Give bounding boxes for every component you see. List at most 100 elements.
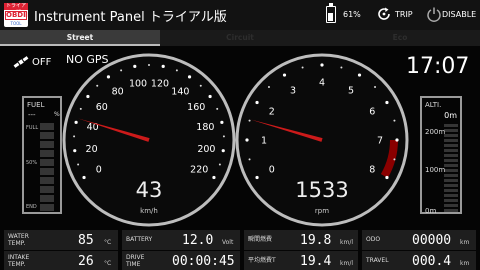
- odometer-label: ODO: [366, 236, 381, 243]
- water-temp-unit: °C: [104, 239, 112, 246]
- speed-unit: km/h: [140, 207, 158, 215]
- speedometer-tick-label: 40: [87, 122, 99, 133]
- fuel-segment: [40, 177, 54, 184]
- drive-time-label-1: DRIVE: [126, 254, 145, 261]
- battery-voltage-unit: Volt: [222, 239, 234, 246]
- fuel-scale-full: FULL: [26, 125, 39, 131]
- battery-voltage-value: 12.0: [182, 233, 214, 248]
- speedometer-major-tick: [133, 64, 137, 68]
- speedometer-tick-label: 60: [96, 102, 108, 113]
- average-fuel-label: 平均燃費T: [248, 257, 276, 264]
- tachometer-minor-tick: [301, 66, 304, 69]
- fuel-segment: [40, 195, 54, 202]
- battery-percent: 61%: [343, 10, 361, 19]
- intake-temp-unit: °C: [104, 260, 112, 267]
- tab-street[interactable]: Street: [0, 30, 160, 46]
- travel-unit: km: [460, 260, 470, 267]
- altimeter-tick-0: 0m: [425, 207, 437, 215]
- speedometer-tick-label: 160: [187, 102, 205, 113]
- tachometer-minor-tick: [374, 85, 377, 88]
- tachometer-major-tick: [385, 100, 389, 105]
- rpm-value: 1533: [295, 178, 349, 202]
- speedometer-tick-label: 80: [112, 87, 124, 98]
- trip-button[interactable]: TRIP: [395, 10, 413, 19]
- tab-circuit[interactable]: Circuit: [160, 30, 320, 46]
- speedometer-minor-tick: [222, 135, 225, 138]
- tachometer-major-tick: [357, 73, 362, 77]
- fuel-level-bar: [40, 123, 54, 211]
- tachometer-tick-label: 5: [348, 85, 354, 96]
- fuel-segment: [40, 141, 54, 148]
- travel-value: 000.4: [412, 254, 452, 269]
- app-title: Instrument Panel トライアル版: [34, 10, 227, 25]
- drive-time-label-2: TIME: [126, 261, 141, 268]
- water-temp-label-2: TEMP.: [8, 240, 26, 247]
- instant-fuel-panel: 瞬間燃費 19.8 km/l: [244, 230, 358, 250]
- speedometer-tick-label: 180: [196, 122, 214, 133]
- speedometer-tick-label: 0: [96, 165, 102, 176]
- app-logo-top-text: トライアル版: [4, 3, 28, 16]
- intake-temp-label-2: TEMP.: [8, 261, 26, 268]
- speedometer-minor-tick: [79, 107, 82, 110]
- app-logo-mid-text: OBDⅡ: [5, 11, 28, 20]
- tachometer-major-tick: [245, 138, 249, 142]
- water-temp-panel: WATER TEMP. 85 °C: [4, 230, 118, 250]
- tachometer-major-tick: [320, 63, 324, 67]
- speedometer-minor-tick: [199, 84, 202, 87]
- intake-temp-panel: INTAKE TEMP. 26 °C: [4, 251, 118, 270]
- speedometer-major-tick: [86, 94, 90, 99]
- speedometer-minor-tick: [216, 107, 219, 110]
- speedometer-tick-label: 220: [190, 165, 208, 176]
- gps-status: OFF: [32, 57, 52, 68]
- battery-voltage-label: BATTERY: [126, 236, 153, 243]
- intake-temp-value: 26: [78, 254, 94, 269]
- tachometer-minor-tick: [340, 66, 343, 69]
- tachometer-major-tick: [395, 138, 399, 142]
- tab-eco[interactable]: Eco: [320, 30, 480, 46]
- fuel-segment: [40, 168, 54, 175]
- disable-button[interactable]: DISABLE: [442, 10, 476, 19]
- trip-reset-icon[interactable]: [376, 6, 392, 22]
- average-fuel-panel: 平均燃費T 19.4 km/l: [244, 251, 358, 270]
- speedometer-major-tick: [106, 75, 111, 79]
- altimeter: ALTI. 0m 200m 100m 0m: [420, 96, 462, 215]
- average-fuel-unit: km/l: [340, 260, 354, 267]
- speedometer-tick-label: 140: [171, 87, 189, 98]
- speedometer-minor-tick: [218, 163, 221, 166]
- speedometer-minor-tick: [175, 69, 178, 72]
- fuel-segment: [40, 204, 54, 211]
- travel-label: TRAVEL: [366, 257, 389, 264]
- fuel-label: FUEL: [27, 101, 45, 109]
- fuel-segment: [40, 123, 54, 130]
- speedometer-major-tick: [187, 75, 192, 79]
- tachometer-minor-tick: [248, 158, 251, 161]
- speedometer-major-tick: [74, 120, 78, 124]
- drive-time-value: 00:00:45: [172, 254, 235, 269]
- title-bar: トライアル版 OBDⅡ TOOL Instrument Panel トライアル版…: [0, 0, 480, 30]
- tachometer-minor-tick: [393, 119, 396, 122]
- average-fuel-value: 19.4: [300, 254, 332, 269]
- odometer-panel: ODO 00000 km: [362, 230, 476, 250]
- tachometer-tick-label: 7: [377, 136, 383, 147]
- tachometer-tick-label: 8: [369, 165, 375, 176]
- speedometer-minor-tick: [120, 69, 123, 72]
- tachometer-tick-label: 0: [269, 165, 275, 176]
- speedometer-tick-label: 200: [197, 144, 215, 155]
- tachometer-tick-label: 3: [290, 85, 296, 96]
- speedometer-major-tick: [161, 64, 165, 68]
- power-icon[interactable]: [426, 6, 442, 22]
- intake-temp-label-1: INTAKE: [8, 254, 30, 261]
- tachometer: 0 1 2 3 4 5 6 7 8 1533 rpm: [234, 52, 410, 228]
- speedometer-tick-label: 120: [151, 79, 169, 90]
- instant-fuel-value: 19.8: [300, 233, 332, 248]
- tachometer-tick-label: 4: [319, 78, 325, 89]
- fuel-value: ---: [28, 111, 36, 119]
- satellite-icon: [13, 56, 29, 68]
- fuel-scale-end: END: [26, 204, 37, 210]
- instant-fuel-label: 瞬間燃費: [248, 236, 273, 243]
- speedometer: 0 20 40 60 80 100 120 140 160 180 200 220 43 km/h: [61, 52, 237, 228]
- water-temp-value: 85: [78, 233, 94, 248]
- altimeter-bar: [444, 124, 458, 212]
- battery-voltage-panel: BATTERY 12.0 Volt: [122, 230, 240, 250]
- speed-value: 43: [135, 178, 163, 202]
